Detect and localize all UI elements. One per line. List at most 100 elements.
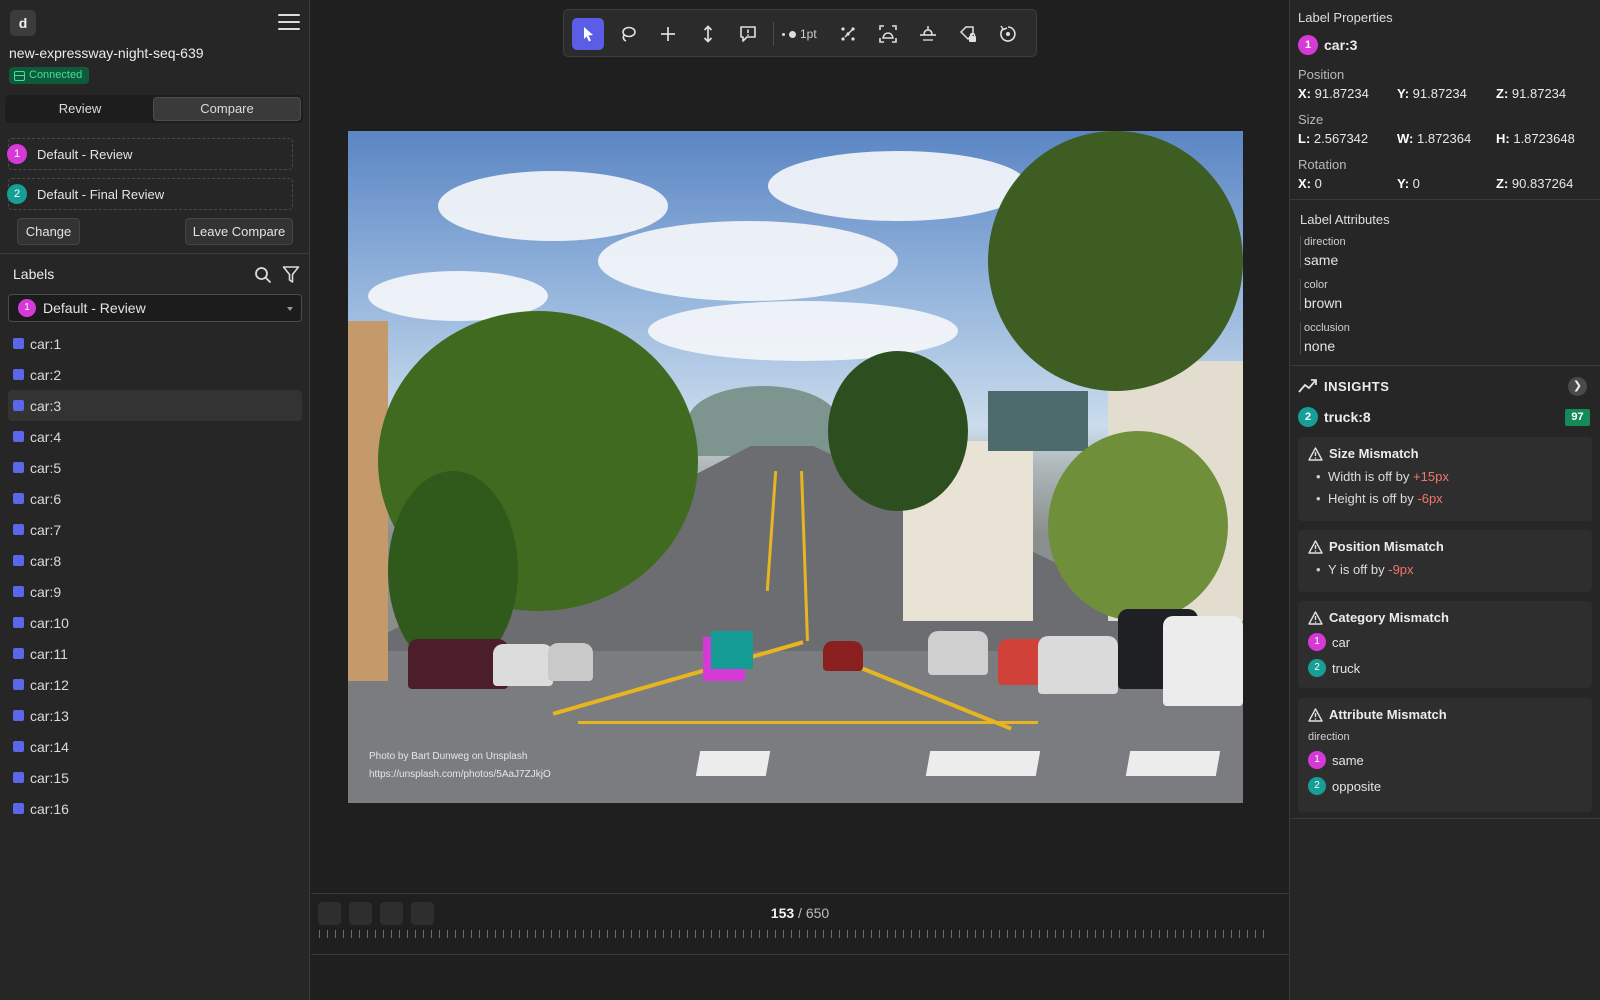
label-list-item-name: car:5 (30, 459, 62, 476)
image-tree (1048, 431, 1228, 621)
label-list-item[interactable]: car:14 (8, 731, 302, 762)
label-color-swatch (13, 586, 24, 597)
rotation-y: Y: 0 (1397, 176, 1420, 191)
change-button[interactable]: Change (17, 218, 80, 245)
label-list-item[interactable]: car:7 (8, 514, 302, 545)
label-list-item[interactable]: car:4 (8, 421, 302, 452)
app-logo[interactable]: d (10, 10, 36, 36)
chevron-right-icon[interactable]: ❯ (1568, 377, 1587, 396)
photo-credit: Photo by Bart Dunweg on Unsplash (369, 751, 528, 762)
attribute-value: brown (1304, 295, 1343, 311)
card-header: Attribute Mismatch (1308, 707, 1582, 722)
tab-review[interactable]: Review (7, 97, 153, 121)
leave-compare-button[interactable]: Leave Compare (185, 218, 293, 245)
label-list-item-name: car:15 (30, 769, 69, 786)
label-list-item[interactable]: car:15 (8, 762, 302, 793)
image-cloud (598, 221, 898, 301)
image-car (1038, 636, 1118, 694)
current-frame: 153 (770, 905, 795, 921)
scan-view-icon[interactable] (872, 18, 904, 50)
label-list-item[interactable]: car:1 (8, 328, 302, 359)
label-list-item[interactable]: car:3 (8, 390, 302, 421)
lock-label-icon[interactable] (952, 18, 984, 50)
vertical-arrows-icon[interactable] (692, 18, 724, 50)
category-mismatch-card: Category Mismatch 1 car 2 truck (1298, 601, 1592, 688)
timeline-scrubber[interactable] (319, 928, 1271, 940)
label-color-swatch (13, 338, 24, 349)
label-list-item[interactable]: car:13 (8, 700, 302, 731)
label-list-item[interactable]: car:9 (8, 576, 302, 607)
size-h: H: 1.8723648 (1496, 131, 1575, 146)
label-color-swatch (13, 679, 24, 690)
label-list-item[interactable]: car:16 (8, 793, 302, 824)
labels-title: Labels (13, 266, 55, 282)
label-list-item[interactable]: car:11 (8, 638, 302, 669)
set-number-badge: 1 (1308, 751, 1326, 769)
label-list-item[interactable]: car:8 (8, 545, 302, 576)
image-car (823, 641, 863, 671)
warning-icon (1308, 707, 1323, 722)
image-car (1163, 616, 1243, 706)
camera-image[interactable]: Photo by Bart Dunweg on Unsplash https:/… (348, 131, 1243, 803)
mismatch-list: Y is off by -9px (1308, 562, 1582, 577)
label-list-item[interactable]: car:5 (8, 452, 302, 483)
point-size-icon (782, 32, 785, 36)
score-badge: 97 (1565, 409, 1590, 426)
compare-set-2[interactable]: 2 Default - Final Review (7, 178, 293, 210)
attribute-direction[interactable]: direction same (1300, 236, 1346, 268)
set-number-badge: 1 (18, 299, 36, 317)
status-badge: Connected (9, 67, 90, 84)
attribute-a: 1 same (1308, 751, 1582, 769)
category-a: 1 car (1308, 633, 1582, 651)
magic-points-icon[interactable] (832, 18, 864, 50)
category-b: 2 truck (1308, 659, 1582, 677)
label-list-item-name: car:4 (30, 428, 62, 445)
warning-icon (1308, 610, 1323, 625)
divider (1290, 365, 1600, 366)
lasso-icon[interactable] (612, 18, 644, 50)
crosshair-icon[interactable] (652, 18, 684, 50)
image-car (493, 644, 553, 686)
sequence-name: new-expressway-night-seq-639 (9, 45, 204, 61)
divider (1290, 818, 1600, 819)
card-title: Category Mismatch (1329, 610, 1449, 625)
image-car (928, 631, 988, 675)
label-list-item-name: car:6 (30, 490, 62, 507)
reset-icon[interactable] (992, 18, 1024, 50)
label-set-select[interactable]: 1 Default - Review (8, 294, 302, 322)
ground-plane-icon[interactable] (912, 18, 944, 50)
label-list-item[interactable]: car:10 (8, 607, 302, 638)
search-icon[interactable] (254, 266, 272, 284)
database-icon (14, 70, 25, 81)
image-crosswalk (1125, 751, 1221, 776)
size-title: Size (1298, 112, 1324, 127)
mode-toggle: Review Compare (5, 95, 303, 123)
left-panel: d new-expressway-night-seq-639 Connected… (0, 0, 310, 1000)
select-arrow-icon[interactable] (572, 18, 604, 50)
attribute-occlusion[interactable]: occlusion none (1300, 322, 1350, 354)
label-box-set-2[interactable] (711, 631, 753, 669)
insights-header: INSIGHTS (1298, 378, 1389, 394)
point-size-control[interactable]: 1pt (782, 18, 817, 50)
label-list-item[interactable]: car:6 (8, 483, 302, 514)
selected-label-name: car:3 (1324, 37, 1358, 53)
filter-icon[interactable] (282, 265, 300, 284)
tab-compare[interactable]: Compare (153, 97, 301, 121)
position-mismatch-card: Position Mismatch Y is off by -9px (1298, 530, 1592, 592)
comment-icon[interactable] (732, 18, 764, 50)
menu-icon[interactable] (278, 14, 300, 30)
insight-label: 2 truck:8 (1298, 407, 1371, 427)
label-color-swatch (13, 431, 24, 442)
attribute-color[interactable]: color brown (1300, 279, 1342, 311)
image-cloud (768, 151, 1028, 221)
warning-icon (1308, 539, 1323, 554)
label-color-swatch (13, 555, 24, 566)
compare-set-1[interactable]: 1 Default - Review (7, 138, 293, 170)
divider (1290, 199, 1600, 200)
card-header: Position Mismatch (1308, 539, 1582, 554)
properties-title: Label Properties (1298, 10, 1393, 25)
insight-label-name: truck:8 (1324, 409, 1371, 425)
label-list-item[interactable]: car:12 (8, 669, 302, 700)
viewer-area: 1pt Photo by Bart Dunweg on Unsplash htt… (311, 0, 1289, 1000)
label-list-item[interactable]: car:2 (8, 359, 302, 390)
